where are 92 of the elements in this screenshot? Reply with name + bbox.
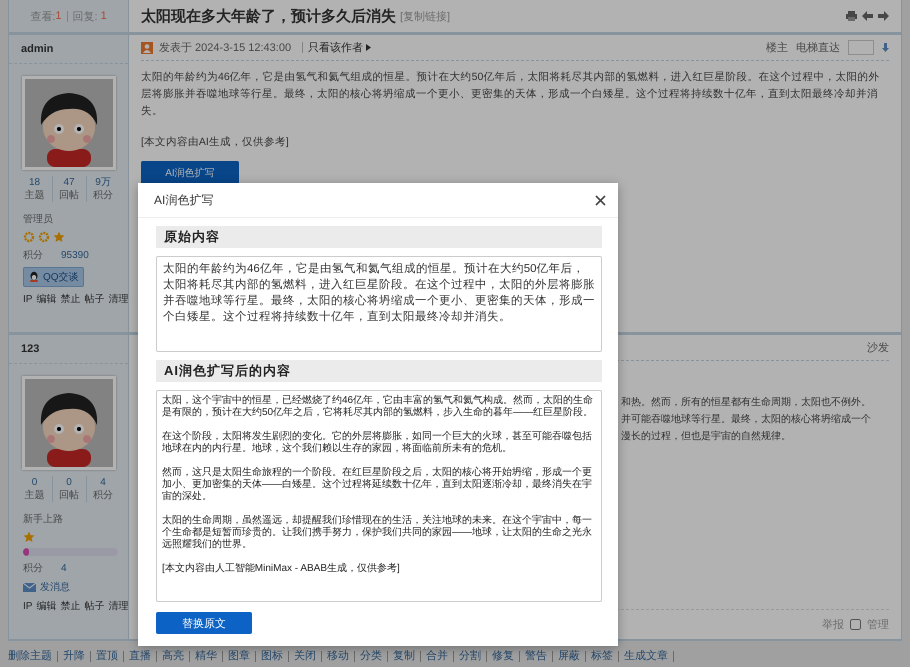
admin-link[interactable]: 清理 [108,292,128,306]
original-text-field[interactable]: 太阳的年龄约为46亿年，它是由氢气和氦气组成的恒星。预计在大约50亿年后，太阳将耗尽其内部的氢燃料，进入红巨星阶段。在这个过程中，太阳的外层将膨胀并吞噬地球等行星。最终，太阳的核心将坍缩成一个更小、更密集的天体，形成一个白矮星。这个过程将持续数十亿年，直到太阳最终冷却并消失。 [156,256,602,352]
thread-title: 太阳现在多大年龄了，预计多久后消失 [141,6,396,26]
report-link[interactable]: 举报 [822,617,844,632]
qq-chat-button[interactable]: QQ交谈 [23,267,84,287]
replace-original-button[interactable]: 替换原文 [156,612,252,634]
moderation-link[interactable]: 修复 [487,650,520,662]
replies-count: 1 [100,10,107,22]
moderation-link[interactable]: 精华 [190,650,223,662]
stat-value: 4 [100,476,106,489]
previous-arrow-icon[interactable] [862,11,873,21]
admin-link[interactable]: 清理 [108,599,128,613]
stat-value: 18 [28,176,40,189]
close-button[interactable] [595,194,606,206]
copy-link[interactable]: [复制链接] [400,8,450,24]
send-message-link[interactable]: 发消息 [23,580,120,594]
penguin-icon [28,271,40,283]
post-text-line: 和热。然而，所有的恒星都有生命周期，太阳也不例外。 [621,396,871,410]
close-icon [595,194,606,206]
moderation-link[interactable]: 复制 [388,650,421,662]
admin-link[interactable]: IP [23,294,32,304]
admin-link[interactable]: 帖子 [84,292,104,306]
manage-label: 管理 [867,618,889,632]
next-arrow-icon[interactable] [878,11,889,21]
user-rank: 新手上路 [23,512,64,526]
admin-link[interactable]: IP [23,600,32,612]
sun-icon [23,231,35,243]
admin-link[interactable]: 编辑 [36,292,56,306]
section-heading: AI润色扩写后的内容 [156,360,602,382]
moderation-link[interactable]: 合并 [421,650,454,662]
post-text-line: 漫长的过程，但也是宇宙的自然规律。 [621,430,791,444]
points-label: 积分 [23,249,43,262]
stat-label: 回帖 [59,489,79,502]
points-value: 4 [61,562,67,574]
admin-link[interactable]: 编辑 [36,599,56,613]
stat-value: 47 [63,176,75,189]
print-icon[interactable] [846,11,857,21]
moderation-link[interactable]: 置顶 [91,650,124,662]
moderation-link[interactable]: 屏蔽 [553,650,586,662]
stat-label: 主题 [24,489,44,502]
moderation-link[interactable]: 图章 [223,650,256,662]
stat-label: 回帖 [59,189,79,202]
user-icon [141,42,153,54]
post-paragraph: 太阳的年龄约为46亿年，它是由氢气和氦气组成的恒星。预计在大约50亿年后，太阳将耗尽其内部的氢燃料，进入红巨星阶段。在这个过程中，太阳的外层将膨胀并吞噬地球等行星。最终，太阳的核心将坍缩成一个更小、更密集的天体，形成一个白矮星。这个过程将持续数十亿年，直到太阳最终冷却并消失。 [141,70,880,119]
stat-value: 0 [66,476,72,489]
moderation-link[interactable]: 关闭 [289,650,322,662]
envelope-icon [23,582,36,592]
author-name[interactable]: admin [9,35,128,64]
floor-label: 沙发 [867,341,889,355]
author-only-link[interactable]: 只看该作者 [308,40,364,55]
replies-label: 回复: [72,10,98,24]
moderation-link[interactable]: 升降 [58,650,91,662]
ai-polish-button[interactable]: AI润色扩写 [141,161,239,185]
section-heading: 原始内容 [156,226,602,248]
moderation-link[interactable]: 警告 [520,650,553,662]
moderation-link[interactable]: 移动 [322,650,355,662]
moderation-link[interactable]: 删除主题 [8,650,58,662]
floor-input[interactable] [848,40,874,55]
star-icon [23,531,35,543]
stat-value: 0 [32,476,38,489]
dialog-title: AI润色扩写 [154,192,214,208]
admin-link[interactable]: 帖子 [84,599,104,613]
moderation-link[interactable]: 图标 [256,650,289,662]
post-text-line: 并可能吞噬地球等行星。最终，太阳的核心将坍缩成一个 [621,412,871,427]
moderation-link[interactable]: 分割 [454,650,487,662]
views-label: 查看: [30,10,56,24]
star-icon [53,231,65,243]
moderation-link[interactable]: 高亮 [157,650,190,662]
floor-label: 楼主 [766,40,788,55]
admin-link[interactable]: 禁止 [60,292,80,306]
down-arrow-icon[interactable] [882,43,889,52]
moderation-link[interactable]: 分类 [355,650,388,662]
author-name[interactable]: 123 [9,335,128,364]
user-rank: 管理员 [23,213,54,226]
floor-jump-label: 电梯直达 [796,41,840,55]
stat-label: 主题 [24,189,44,202]
stat-label: 积分 [93,489,113,502]
stat-value: 9万 [95,176,111,189]
points-value: 95390 [61,250,89,260]
views-count: 1 [55,10,62,22]
stat-label: 积分 [93,189,113,202]
moderation-link[interactable]: 直播 [124,650,157,662]
manage-checkbox[interactable] [850,619,861,630]
post-date: 发表于 2024-3-15 12:43:00 [159,41,292,55]
moderation-link[interactable]: 生成文章 [619,650,674,662]
caret-icon[interactable] [366,44,372,51]
points-label: 积分 [23,562,43,575]
expanded-text-field[interactable]: 太阳，这个宇宙中的恒星，已经燃烧了约46亿年，它由丰富的氢气和氦气构成。然而，太阳的生命是有限的，预计在大约50亿年之后，它将耗尽其内部的氢燃料，步入生命的暮年——红巨星阶段。 在这个阶段，太阳将发生剧烈的变化。它的外层将膨胀，如同一个巨大的火球，甚至可能吞噬包括地球在内的内行星。地球，这个我们赖以生存的家园，将面临前所未有的危机。 然而，这只是太阳生命旅程的一个阶段。在红巨星阶段之后，太阳的核心将开始坍缩，形成一个更加小、更加密集的天体——白矮星。这个过程将延续数十亿年，直到太阳逐渐冷却，最终消失在宇宙的深处。 太阳的生命周期，虽然遥远，却提醒我们珍惜现在的生活，关注地球的未来。在这个宇宙中，每一个生命都是短暂而珍贵的。让我们携手努力，保护我们共同的家园——地球，让太阳的生命之光永远照耀我们的世界。 [本文内容由人工智能MiniMax - ABAB生成，仅供参考] [156,390,602,602]
post-paragraph: [本文内容由AI生成，仅供参考] [141,135,290,150]
admin-link[interactable]: 禁止 [60,599,80,613]
sun-icon [38,231,50,243]
moderation-link[interactable]: 标签 [586,650,619,662]
